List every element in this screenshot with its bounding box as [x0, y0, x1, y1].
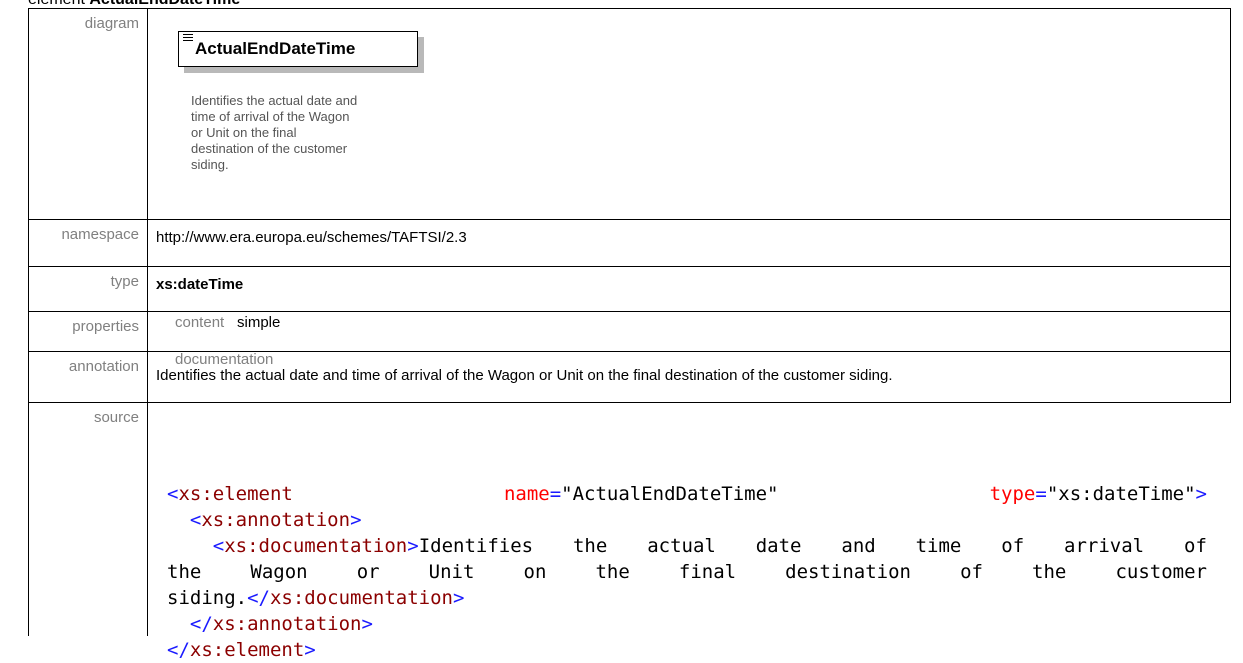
- source-doc-word: the: [595, 561, 630, 583]
- diagram-doc-line: time of arrival of the Wagon: [191, 109, 350, 124]
- annotation-text: Identifies the actual date and time of a…: [156, 367, 893, 384]
- properties-key: content: [175, 314, 225, 331]
- source-doc-word: time: [915, 535, 962, 557]
- label-type: type: [28, 266, 148, 312]
- source-line-doc-3: siding.</xs:documentation>: [167, 587, 465, 609]
- row-properties: properties content simple: [28, 311, 1231, 352]
- source-code: <xs:element name="ActualEndDateTime" typ…: [167, 481, 1207, 663]
- source-line-element-close: </xs:element>: [167, 639, 316, 661]
- source-annotation-close-tag: xs:annotation: [212, 613, 362, 635]
- label-namespace: namespace: [28, 219, 148, 267]
- source-line-doc-2: the Wagon or Unit on the final destination of the…: [167, 559, 1207, 585]
- row-annotation: annotation documentation Identifies the …: [28, 351, 1231, 403]
- source-doc-word: Wagon: [250, 561, 308, 583]
- source-attr-type: type: [989, 483, 1036, 505]
- source-annotation-tag: xs:annotation: [201, 509, 351, 531]
- source-doc-word: and: [841, 535, 876, 557]
- source-doc-word: arrival: [1064, 535, 1145, 557]
- source-doc-word: actual: [647, 535, 716, 557]
- source-doc-word: final: [678, 561, 737, 583]
- namespace-value: http://www.era.europa.eu/schemes/TAFTSI/…: [147, 219, 1231, 267]
- diagram-doc-line: Identifies the actual date and: [191, 93, 358, 108]
- title-element-name: ActualEndDateTime: [89, 0, 240, 8]
- element-diagram: ActualEndDateTime: [178, 31, 424, 73]
- source-doc-end: siding.: [167, 587, 248, 609]
- source-element-close-tag: xs:element: [189, 639, 305, 661]
- label-annotation: annotation: [28, 351, 148, 403]
- label-properties: properties: [28, 311, 148, 352]
- source-documentation-close-tag: xs:documentation: [269, 587, 453, 609]
- source-doc-word: customer: [1115, 561, 1207, 583]
- diagram-element-name: ActualEndDateTime: [195, 39, 356, 58]
- source-documentation-tag: xs:documentation: [224, 535, 408, 557]
- annotation-key: documentation: [175, 351, 274, 368]
- source-line-element-open: <xs:element name="ActualEndDateTime" typ…: [167, 483, 1207, 505]
- source-line-annotation-close: </xs:annotation>: [189, 613, 373, 635]
- type-value: xs:dateTime: [156, 276, 244, 293]
- source-doc-word: destination: [785, 561, 911, 583]
- source-doc-word: of: [960, 561, 983, 583]
- diagram-doc-line: or Unit on the final: [191, 125, 297, 140]
- source-doc-word: the: [1032, 561, 1067, 583]
- source-attr-name: name: [503, 483, 550, 505]
- row-namespace: namespace http://www.era.europa.eu/schem…: [28, 219, 1231, 267]
- row-type: type xs:dateTime: [28, 266, 1231, 312]
- diagram-doc-line: destination of the customer: [191, 141, 348, 156]
- diagram-documentation: Identifies the actual date and time of a…: [191, 93, 456, 173]
- diagram-element-box: ActualEndDateTime: [178, 31, 418, 67]
- source-attr-name-value: "ActualEndDateTime": [561, 483, 779, 505]
- source-doc-word: of: [1184, 535, 1207, 557]
- source-element-tag: xs:element: [178, 483, 293, 505]
- source-doc-word: Identifies: [418, 535, 534, 557]
- source-doc-word: or: [356, 561, 380, 583]
- sequence-lines-icon: [183, 34, 193, 42]
- source-doc-word: of: [1001, 535, 1025, 557]
- source-attr-type-value: "xs:dateTime": [1046, 483, 1196, 505]
- source-doc-word: Unit: [428, 561, 475, 583]
- source-line-annotation-open: <xs:annotation>: [189, 509, 362, 531]
- source-doc-word: the: [167, 561, 202, 583]
- label-diagram: diagram: [28, 8, 148, 220]
- label-source: source: [28, 402, 148, 636]
- source-doc-word: the: [572, 535, 608, 557]
- diagram-doc-line: siding.: [191, 157, 229, 172]
- source-line-doc-1: <xs:documentation>Identifies the actual da…: [212, 535, 1207, 557]
- source-doc-word: on: [523, 561, 547, 583]
- title-prefix: element: [28, 0, 85, 8]
- source-doc-word: date: [755, 535, 802, 557]
- properties-value: simple: [237, 314, 281, 331]
